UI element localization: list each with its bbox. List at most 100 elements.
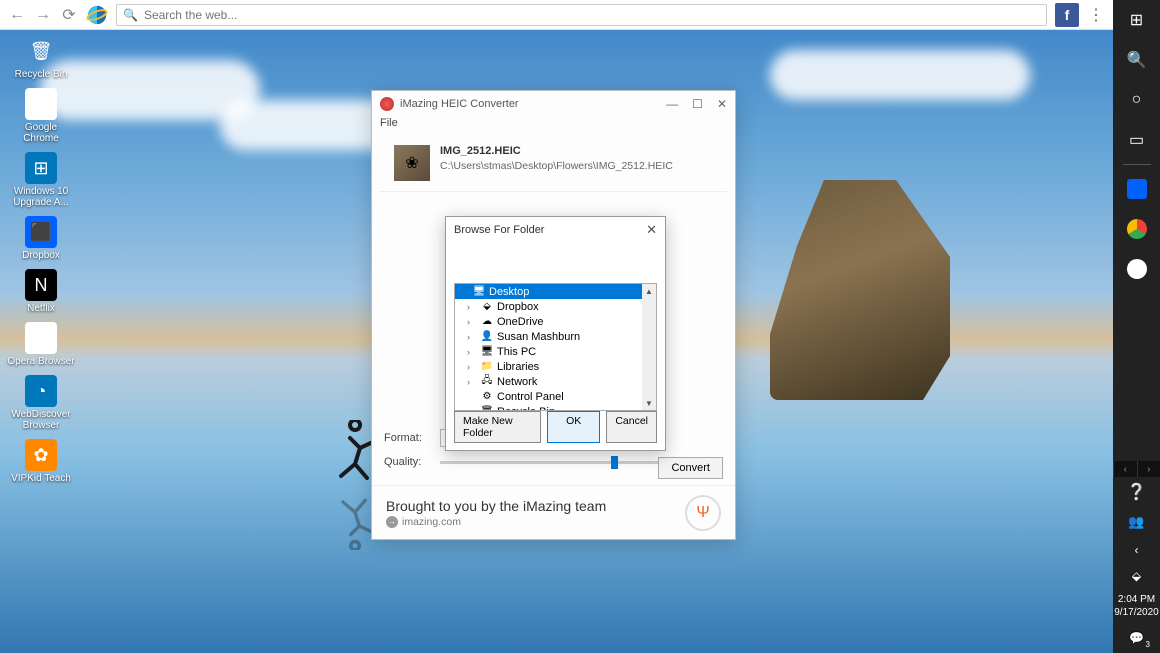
search-icon: 🔍 (123, 8, 138, 22)
chrome-taskbar-icon[interactable] (1113, 209, 1160, 249)
browse-dialog-titlebar[interactable]: Browse For Folder ✕ (446, 217, 665, 243)
app-icon: ✿ (25, 439, 57, 471)
task-view-icon[interactable]: ▭ (1113, 120, 1160, 160)
file-path: C:\Users\stmas\Desktop\Flowers\IMG_2512.… (440, 160, 673, 172)
desktop-icon-recycle-bin[interactable]: 🗑 Recycle Bin (6, 35, 76, 80)
expander-icon[interactable]: › (467, 377, 477, 387)
back-button[interactable]: ← (8, 6, 26, 24)
tree-item-label: This PC (497, 346, 536, 358)
app-icon: 🗑 (25, 35, 57, 67)
arrow-icon: → (386, 516, 398, 528)
search-box[interactable]: 🔍 (116, 4, 1047, 26)
desktop-icon-dropbox[interactable]: ⬛Dropbox (6, 216, 76, 261)
cancel-button[interactable]: Cancel (606, 411, 657, 443)
tree-item-susan-mashburn[interactable]: ›👤Susan Mashburn (455, 329, 656, 344)
help-tray-icon[interactable]: ❔ (1113, 477, 1160, 507)
close-icon[interactable]: ✕ (646, 222, 657, 238)
tree-item-label: Susan Mashburn (497, 331, 580, 343)
menu-bar: File (372, 117, 735, 135)
desktop-icons: 🗑 Recycle Bin ◉Google Chrome ⊞Windows 10 Up… (6, 35, 76, 484)
footer-heading: Brought to you by the iMazing team (386, 498, 685, 514)
minimize-button[interactable]: — (666, 97, 678, 111)
scroll-left-button[interactable]: ‹ (1113, 461, 1137, 477)
make-new-folder-button[interactable]: Make New Folder (454, 411, 541, 443)
reload-button[interactable]: ⟳ (60, 6, 78, 24)
icon-label: Recycle Bin (15, 69, 68, 80)
notifications-button[interactable]: 💬3 (1113, 623, 1160, 653)
imazing-titlebar[interactable]: iMazing HEIC Converter — ☐ ✕ (372, 91, 735, 117)
tree-scrollbar[interactable]: ▲ ▼ (642, 284, 656, 410)
windows-logo-icon[interactable]: ⊞ (1113, 0, 1160, 40)
clock-time: 2:04 PM (1114, 593, 1159, 606)
tree-item-label: Network (497, 376, 537, 388)
app-taskbar-icon[interactable] (1113, 249, 1160, 289)
app-icon: N (25, 269, 57, 301)
windows-sidebar: ⊞ 🔍 ○ ▭ ‹ › ❔ 👥 ‹ ⬙ 2:04 PM 9/17/2020 💬3 (1113, 0, 1160, 653)
file-menu[interactable]: File (380, 117, 398, 129)
cortana-icon[interactable]: ○ (1113, 80, 1160, 120)
maximize-button[interactable]: ☐ (692, 97, 703, 111)
icon-label: Windows 10 Upgrade A... (7, 186, 75, 208)
tree-item-onedrive[interactable]: ›☁OneDrive (455, 314, 656, 329)
taskbar-scroll: ‹ › (1113, 461, 1160, 477)
browser-toolbar: ← → ⟳ 🔍 f ⋮ (0, 0, 1113, 30)
convert-button[interactable]: Convert (658, 457, 723, 479)
expander-icon[interactable]: › (467, 332, 477, 342)
file-item[interactable]: ❀ IMG_2512.HEIC C:\Users\stmas\Desktop\F… (380, 135, 727, 192)
tree-item-label: OneDrive (497, 316, 543, 328)
desktop-icon-netflix[interactable]: NNetflix (6, 269, 76, 314)
icon-label: Opera Browser (7, 356, 74, 367)
search-input[interactable] (144, 8, 1040, 22)
file-thumbnail: ❀ (394, 145, 430, 181)
expander-icon[interactable]: › (467, 302, 477, 312)
facebook-icon[interactable]: f (1055, 3, 1079, 27)
format-label: Format: (384, 432, 432, 444)
ok-button[interactable]: OK (547, 411, 600, 443)
expander-icon[interactable]: › (467, 317, 477, 327)
file-name: IMG_2512.HEIC (440, 145, 673, 157)
tree-item-label: Control Panel (497, 391, 564, 403)
folder-icon: 📁 (480, 361, 494, 373)
imazing-app-icon (380, 97, 394, 111)
tree-item-dropbox[interactable]: ›⬙Dropbox (455, 299, 656, 314)
scroll-right-button[interactable]: › (1137, 461, 1160, 477)
expander-icon[interactable]: › (467, 362, 477, 372)
scroll-up-button[interactable]: ▲ (642, 284, 656, 298)
desktop-icon-windows-10-upgrade-a-[interactable]: ⊞Windows 10 Upgrade A... (6, 152, 76, 208)
browser-logo-icon (86, 4, 108, 26)
more-menu-button[interactable]: ⋮ (1087, 5, 1105, 25)
tree-item-recycle-bin[interactable]: 🗑Recycle Bin (455, 404, 656, 411)
tree-item-desktop[interactable]: 🖥Desktop (455, 284, 656, 299)
scroll-down-button[interactable]: ▼ (642, 396, 656, 410)
search-icon[interactable]: 🔍 (1113, 40, 1160, 80)
clock[interactable]: 2:04 PM 9/17/2020 (1114, 589, 1159, 623)
overflow-tray-icon[interactable]: ‹ (1113, 537, 1160, 563)
tree-item-network[interactable]: ›🖧Network (455, 374, 656, 389)
icon-label: VIPKid Teach (11, 473, 71, 484)
footer-link[interactable]: → imazing.com (386, 516, 685, 528)
quality-slider[interactable] (440, 461, 691, 464)
tree-item-control-panel[interactable]: ⚙Control Panel (455, 389, 656, 404)
desktop-icon-opera-browser[interactable]: OOpera Browser (6, 322, 76, 367)
notification-count: 3 (1146, 640, 1150, 649)
dropbox-taskbar-icon[interactable] (1113, 169, 1160, 209)
people-tray-icon[interactable]: 👥 (1113, 507, 1160, 537)
dropbox-tray-icon[interactable]: ⬙ (1113, 563, 1160, 589)
desktop-icon-google-chrome[interactable]: ◉Google Chrome (6, 88, 76, 144)
folder-icon: 🖧 (480, 376, 494, 388)
close-button[interactable]: ✕ (717, 97, 727, 111)
imazing-title: iMazing HEIC Converter (400, 98, 666, 110)
forward-button[interactable]: → (34, 6, 52, 24)
quality-label: Quality: (384, 456, 432, 468)
icon-label: WebDiscover Browser (7, 409, 75, 431)
tree-item-libraries[interactable]: ›📁Libraries (455, 359, 656, 374)
expander-icon[interactable]: › (467, 347, 477, 357)
desktop-icon-webdiscover-browser[interactable]: ◔WebDiscover Browser (6, 375, 76, 431)
folder-icon: 🖥 (480, 346, 494, 358)
desktop-icon-vipkid-teach[interactable]: ✿ VIPKid Teach (6, 439, 76, 484)
tree-item-this-pc[interactable]: ›🖥This PC (455, 344, 656, 359)
browse-folder-dialog: Browse For Folder ✕ 🖥Desktop›⬙Dropbox›☁O… (445, 216, 666, 451)
clock-date: 9/17/2020 (1114, 606, 1159, 619)
icon-label: Dropbox (22, 250, 60, 261)
folder-icon: ⬙ (480, 301, 494, 313)
